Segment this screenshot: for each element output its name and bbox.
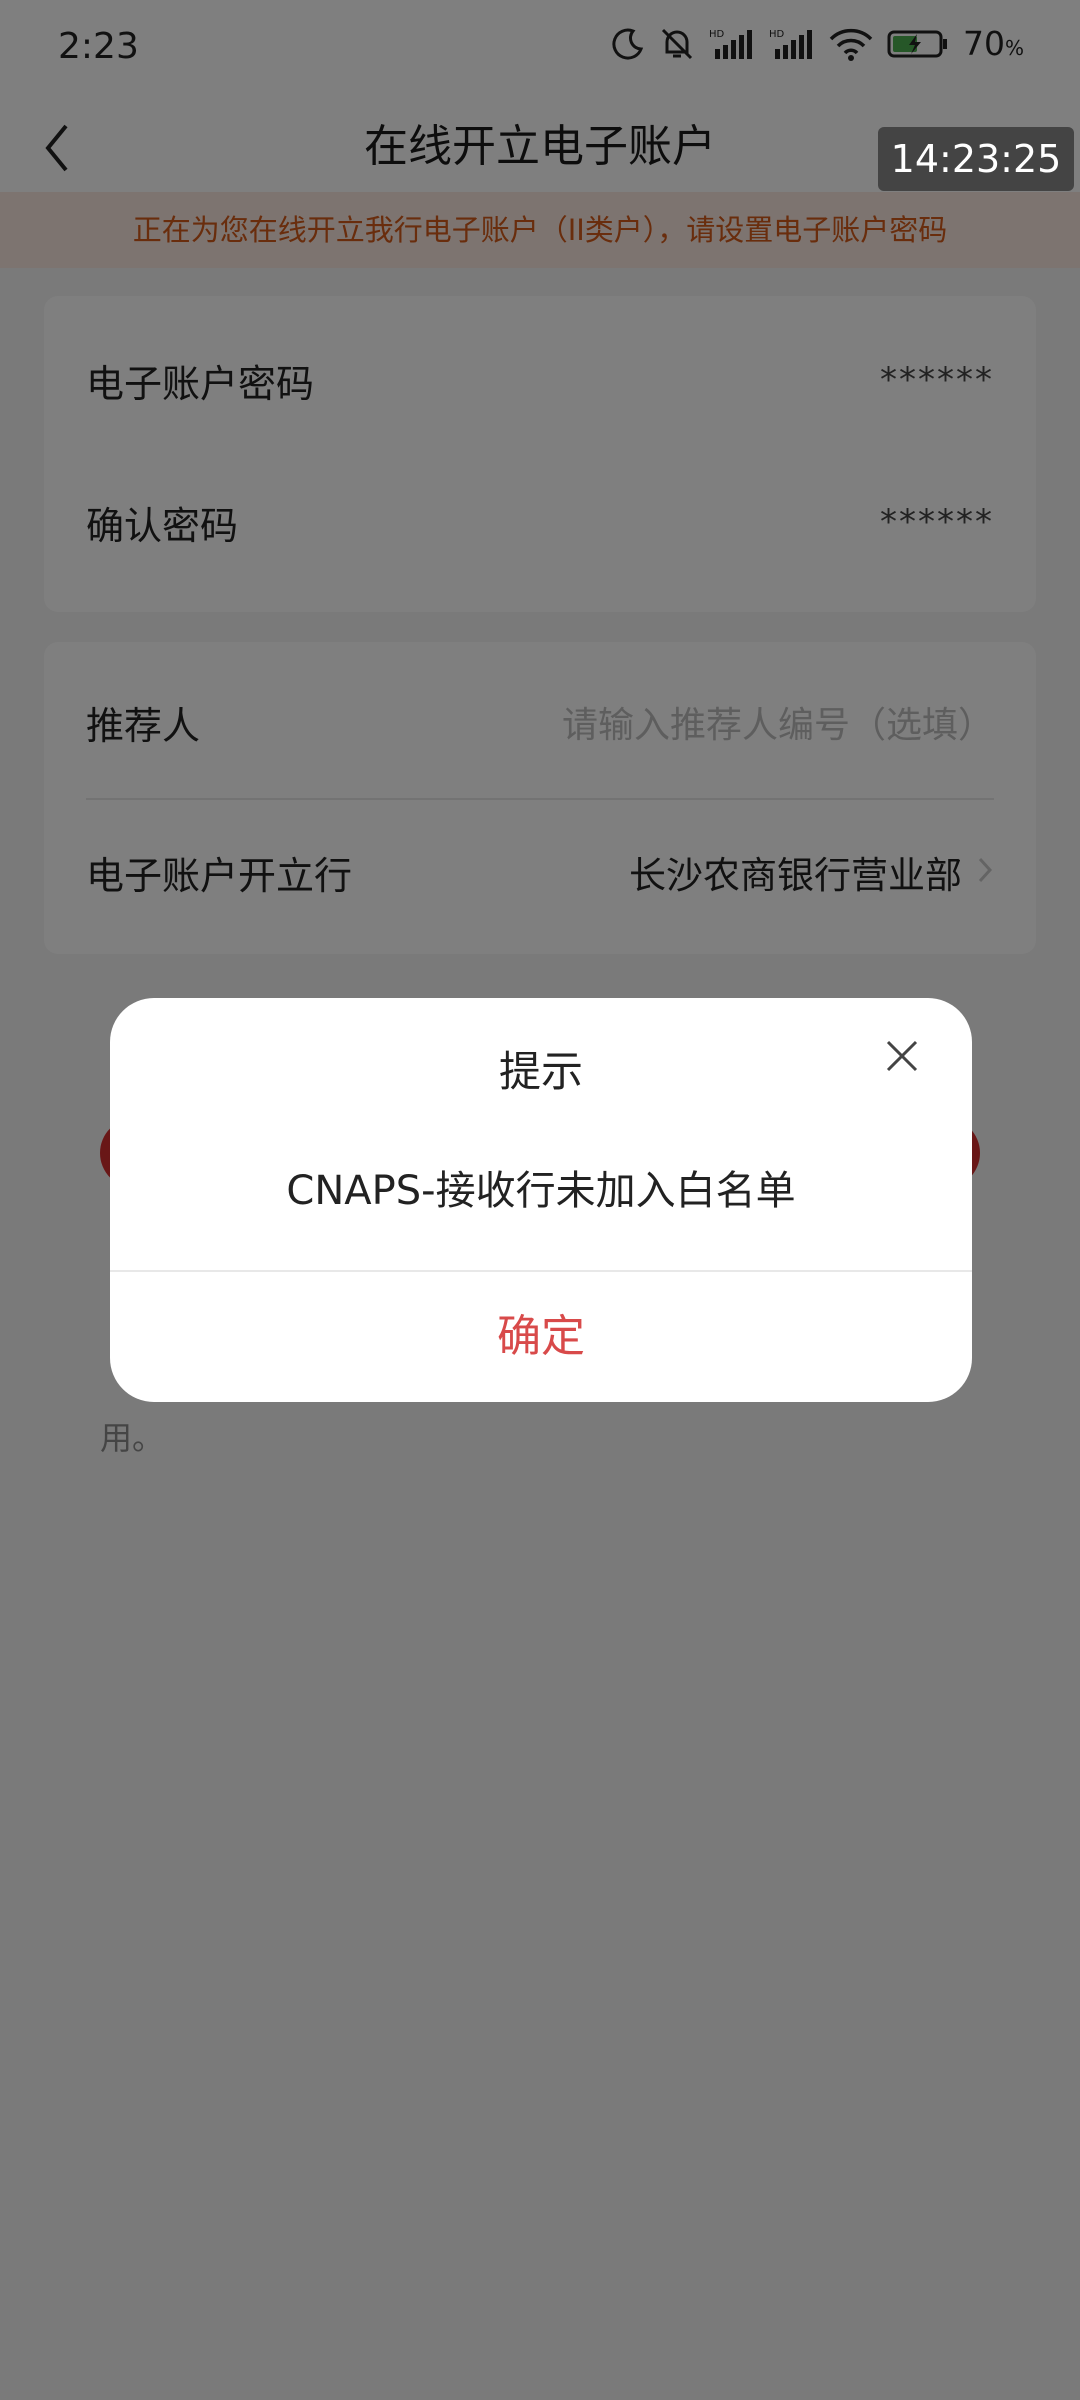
alert-dialog: 提示 CNAPS-接收行未加入白名单 确定 [110, 998, 972, 1402]
dialog-title: 提示 [498, 1047, 583, 1096]
time-overlay: 14:23:25 [878, 127, 1074, 191]
close-icon[interactable] [882, 1036, 922, 1076]
screen: 2:23 HD HD 70% 在线 [0, 0, 1080, 2400]
confirm-button[interactable]: 确定 [110, 1272, 972, 1402]
dialog-message: CNAPS-接收行未加入白名单 [286, 1168, 796, 1214]
